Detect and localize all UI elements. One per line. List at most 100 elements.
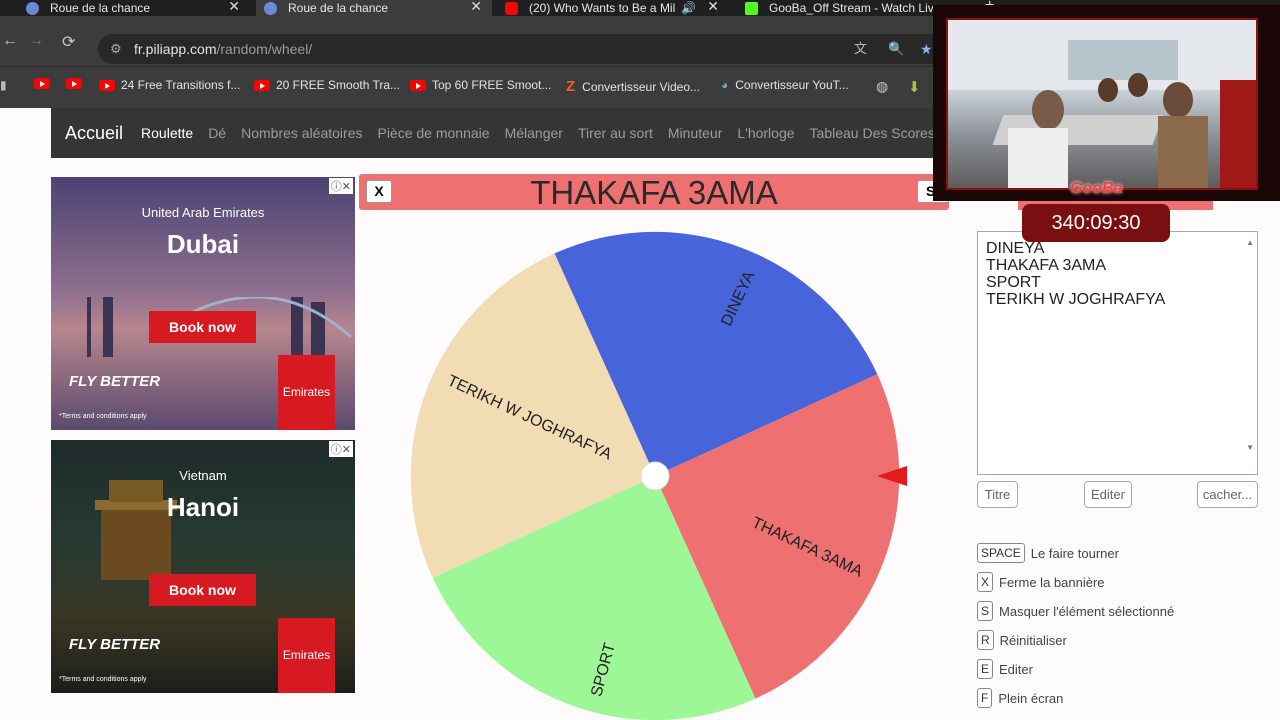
wheel-favicon-icon	[26, 1, 39, 15]
download-icon: ⬇	[908, 79, 921, 96]
emirates-logo: Emirates	[278, 355, 335, 430]
bookmark-label: 20 FREE Smooth Tra...	[276, 78, 401, 92]
key-badge: X	[977, 572, 994, 592]
key-badge: E	[977, 659, 994, 679]
shortcut-label: Masquer l'élément sélectionné	[999, 603, 1175, 619]
title-button[interactable]: Titre	[977, 481, 1018, 508]
ad-terms: *Terms and conditions apply	[59, 413, 147, 420]
entry-line: TERIKH W JOGHRAFYA	[986, 291, 1166, 308]
bookmark-item[interactable]: ▮	[0, 78, 7, 92]
ad-city: Dubai	[166, 229, 240, 259]
tab-1[interactable]: Roue de la chance ✕	[26, 0, 246, 16]
converter-icon: ◕	[721, 78, 729, 92]
shortcut-label: Réinitialiser	[999, 632, 1067, 648]
book-now-button[interactable]: Book now	[149, 574, 256, 606]
youtube-icon	[99, 79, 115, 91]
nav-roulette[interactable]: Roulette	[141, 125, 193, 141]
site-info-icon[interactable]: ⚙	[110, 34, 122, 64]
stream-timer: 340:09:30	[1022, 204, 1170, 242]
bookmark-label: Convertisseur YouT...	[735, 78, 849, 92]
shortcut-r: R Réinitialiser	[977, 630, 1067, 650]
key-badge: S	[977, 601, 994, 621]
shortcut-x: X Ferme la bannière	[977, 572, 1105, 592]
nav-coin[interactable]: Pièce de monnaie	[377, 125, 489, 141]
spin-wheel[interactable]: DINEYA THAKAFA 3AMA SPORT TERIKH W JOGHR…	[400, 220, 920, 720]
wheel-hub	[640, 461, 670, 491]
bookmark-item[interactable]	[34, 78, 56, 89]
forward-icon[interactable]: →	[28, 32, 44, 50]
apps-icon: ▮	[0, 78, 7, 92]
entry-line: THAKAFA 3AMA	[986, 257, 1107, 274]
close-banner-button[interactable]: X	[366, 180, 392, 203]
channel-logo: GooBa	[1070, 180, 1123, 197]
result-title: THAKAFA 3AMA	[530, 174, 778, 211]
zoom-icon[interactable]: 🔍	[888, 34, 904, 64]
bookmark-item[interactable]: 20 FREE Smooth Tra...	[254, 78, 400, 92]
nav-shuffle[interactable]: Mélanger	[505, 125, 563, 141]
close-tab-icon[interactable]: ✕	[228, 0, 240, 15]
bookmark-item[interactable]: Z Convertisseur Video...	[566, 78, 700, 95]
bookmark-item[interactable]: 24 Free Transitions f...	[99, 78, 240, 92]
entry-line: DINEYA	[986, 240, 1045, 257]
nav-clock[interactable]: L'horloge	[737, 125, 794, 141]
entries-textarea[interactable]: DINEYA THAKAFA 3AMA SPORT TERIKH W JOGHR…	[977, 231, 1258, 475]
key-badge: R	[977, 630, 994, 650]
ad-banner-dubai[interactable]: ⓘ✕ United Arab Emirates Dubai Book now F…	[51, 177, 355, 430]
shortcut-f: F Plein écran	[977, 688, 1063, 708]
url-input[interactable]: ⚙ fr.piliapp.com/random/wheel/ 文 🔍 ★	[98, 34, 958, 64]
youtube-icon	[66, 78, 82, 89]
nav-timer[interactable]: Minuteur	[668, 125, 722, 141]
nav-random-numbers[interactable]: Nombres aléatoires	[241, 125, 362, 141]
bookmark-star-icon[interactable]: ★	[920, 34, 933, 64]
edit-button[interactable]: Editer	[1084, 481, 1132, 508]
shortcut-label: Plein écran	[998, 690, 1064, 706]
youtube-icon	[34, 78, 50, 89]
close-tab-icon[interactable]: ✕	[707, 0, 719, 15]
bookmark-item[interactable]: ◕ Convertisseur YouT...	[721, 78, 849, 92]
nav-dice[interactable]: Dé	[208, 125, 226, 141]
youtube-icon	[254, 79, 270, 91]
reload-icon[interactable]: ⟳	[62, 32, 75, 52]
scroll-up-icon[interactable]: ▲	[1246, 234, 1254, 251]
ad-info-icon[interactable]: ⓘ✕	[328, 178, 353, 194]
ad-banner-hanoi[interactable]: ⓘ✕ Vietnam Hanoi Book now FLY BETTER Emi…	[51, 440, 355, 693]
ad-info-icon[interactable]: ⓘ✕	[328, 441, 353, 457]
key-badge: F	[977, 688, 993, 708]
bookmark-item[interactable]: Top 60 FREE Smoot...	[410, 78, 551, 92]
shortcut-label: Editer	[999, 661, 1033, 677]
shortcut-s: S Masquer l'élément sélectionné	[977, 601, 1174, 621]
ad-slogan: FLY BETTER	[69, 373, 161, 390]
tab-3[interactable]: (20) Who Wants to Be a Mil 🔊 ✕	[505, 0, 723, 16]
emirates-logo: Emirates	[278, 618, 335, 693]
back-icon[interactable]: ←	[2, 32, 18, 50]
ad-country: United Arab Emirates	[141, 205, 265, 220]
scroll-down-icon[interactable]: ▼	[1246, 439, 1254, 456]
globe-icon: ◍	[876, 78, 889, 94]
shortcut-space: SPACE Le faire tourner	[977, 543, 1119, 563]
bookmark-item[interactable]: ◍	[876, 78, 888, 95]
bookmark-item[interactable]	[66, 78, 88, 89]
bookmark-item[interactable]: ⬇	[908, 78, 921, 96]
nav-scoreboard[interactable]: Tableau Des Scores	[810, 125, 935, 141]
tab-4[interactable]: GooBa_Off Stream - Watch Live	[745, 0, 960, 16]
webcam-feed	[946, 18, 1258, 190]
shortcut-e: E Editer	[977, 659, 1033, 679]
tab-title: Roue de la chance	[50, 1, 151, 15]
translate-icon[interactable]: 文	[854, 34, 867, 64]
tab-title: Roue de la chance	[288, 1, 389, 15]
nav-home[interactable]: Accueil	[65, 123, 123, 144]
speaker-icon[interactable]: 🔊	[681, 1, 696, 15]
ad-country: Vietnam	[179, 468, 227, 483]
hide-button[interactable]: cacher...	[1197, 481, 1258, 508]
ad-terms: *Terms and conditions apply	[59, 676, 147, 683]
tab-title: GooBa_Off Stream - Watch Live	[769, 1, 939, 15]
close-tab-icon[interactable]: ✕	[470, 0, 482, 15]
book-now-button[interactable]: Book now	[149, 311, 256, 343]
z-icon: Z	[566, 78, 576, 95]
nav-draw[interactable]: Tirer au sort	[578, 125, 653, 141]
ad-city: Hanoi	[166, 492, 240, 522]
tab-2[interactable]: Roue de la chance ✕	[256, 0, 492, 16]
kick-favicon-icon	[745, 1, 758, 15]
ad-slogan: FLY BETTER	[69, 636, 161, 653]
shortcut-label: Ferme la bannière	[999, 574, 1105, 590]
